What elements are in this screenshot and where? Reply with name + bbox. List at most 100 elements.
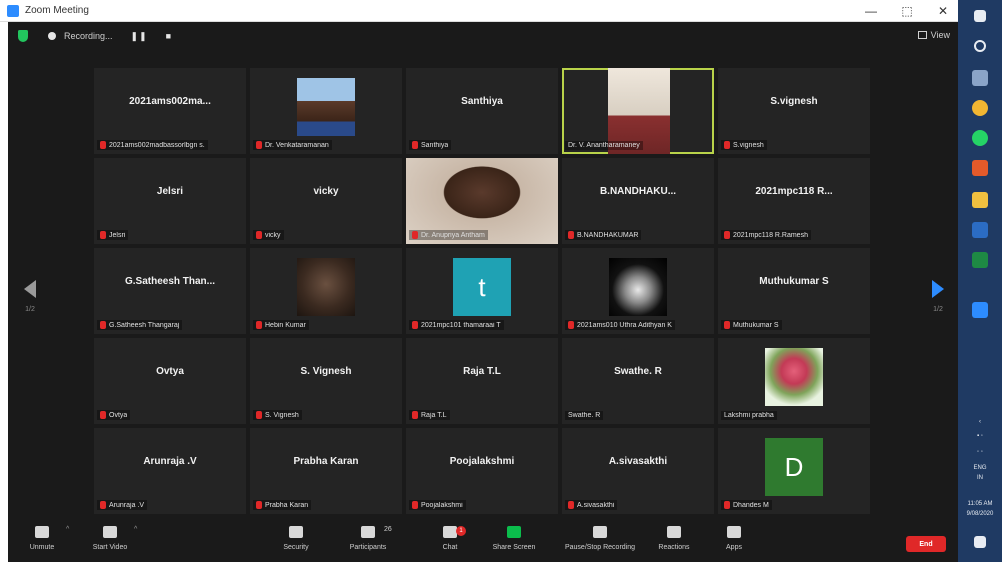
- maximize-button[interactable]: ⬚: [900, 4, 914, 18]
- participant-tile[interactable]: Dr. Venkataramanan: [250, 68, 402, 154]
- participant-tile[interactable]: 2021ams002ma... 2021ams002madbassorlbgn s…: [94, 68, 246, 154]
- start-video-label: Start Video: [92, 544, 128, 551]
- microphone-muted-icon: [412, 411, 418, 419]
- participant-display-name: S. Vignesh: [300, 366, 352, 377]
- microphone-muted-icon: [35, 526, 49, 538]
- participant-name: Lakshmi prabha: [724, 412, 774, 419]
- participant-display-name: 2021mpc118 R...: [755, 186, 833, 197]
- tray-network-icon[interactable]: ▪ ◦: [958, 432, 1002, 440]
- search-icon[interactable]: [974, 40, 986, 52]
- security-shield-icon[interactable]: [18, 30, 28, 42]
- participant-tile[interactable]: D Dhandes M: [718, 428, 870, 514]
- microphone-muted-icon: [724, 501, 730, 509]
- participant-name: Hebin Kumar: [265, 321, 306, 329]
- participant-tile[interactable]: Hebin Kumar: [250, 248, 402, 334]
- tray-language[interactable]: ENG: [958, 464, 1002, 472]
- window-controls: — ⬚ ✕: [864, 0, 950, 22]
- tray-time[interactable]: 11:05 AM: [958, 500, 1002, 508]
- word-icon[interactable]: [972, 222, 988, 238]
- participant-tile[interactable]: Lakshmi prabha: [718, 338, 870, 424]
- participants-icon: [361, 526, 375, 538]
- participant-tile[interactable]: Santhiya Santhiya: [406, 68, 558, 154]
- chat-button[interactable]: 1 Chat: [420, 526, 480, 558]
- participant-name: S. Vignesh: [265, 411, 299, 419]
- video-off-icon: [103, 526, 117, 538]
- reactions-label: Reactions: [658, 544, 690, 551]
- end-meeting-button[interactable]: End: [906, 536, 946, 552]
- participant-name: Muthukumar S: [733, 321, 779, 329]
- tray-volume-icon[interactable]: ◦ ◦: [958, 448, 1002, 456]
- participant-nameplate: Dhandes M: [721, 500, 772, 510]
- participant-tile[interactable]: 2021mpc118 R... 2021mpc118 R.Ramesh: [718, 158, 870, 244]
- participant-tile[interactable]: Prabha Karan Prabha Karan: [250, 428, 402, 514]
- audio-options-caret-icon[interactable]: ^: [66, 526, 69, 533]
- participant-name: B.NANDHAKUMAR: [577, 231, 639, 239]
- participant-tile[interactable]: t 2021mpc101 thamaraai T: [406, 248, 558, 334]
- participant-avatar: [297, 78, 355, 136]
- view-label: View: [930, 30, 950, 40]
- microphone-muted-icon: [412, 321, 418, 329]
- participant-tile[interactable]: Dr. V. Anantharamaney: [562, 68, 714, 154]
- apps-button[interactable]: Apps: [704, 526, 764, 558]
- notification-icon[interactable]: [974, 536, 986, 548]
- participant-name: Dr. Anupriya Antham: [421, 231, 485, 239]
- start-video-button[interactable]: Start Video: [80, 526, 140, 558]
- participant-tile[interactable]: Swathe. R Swathe. R: [562, 338, 714, 424]
- microphone-muted-icon: [256, 231, 262, 239]
- zoom-taskbar-icon[interactable]: [972, 302, 988, 318]
- previous-page-button[interactable]: 1/2: [18, 280, 42, 320]
- participant-tile[interactable]: S.vignesh S.vignesh: [718, 68, 870, 154]
- participant-name: Santhiya: [421, 141, 449, 149]
- participant-tile[interactable]: Dr. Anupriya Antham: [406, 158, 558, 244]
- participant-nameplate: Poojalakshmi: [409, 500, 466, 510]
- reactions-icon: [667, 526, 681, 538]
- minimize-button[interactable]: —: [864, 4, 878, 18]
- participant-tile[interactable]: S. Vignesh S. Vignesh: [250, 338, 402, 424]
- tray-chevron-icon[interactable]: ‹: [958, 418, 1002, 426]
- participant-tile[interactable]: Muthukumar S Muthukumar S: [718, 248, 870, 334]
- share-screen-icon: [507, 526, 521, 538]
- participant-nameplate: Dr. Anupriya Antham: [409, 230, 488, 240]
- microphone-muted-icon: [568, 321, 574, 329]
- microphone-muted-icon: [256, 321, 262, 329]
- participant-tile[interactable]: A.sivasakthi A.sivasakthi: [562, 428, 714, 514]
- whatsapp-icon[interactable]: [972, 130, 988, 146]
- task-view-icon[interactable]: [972, 70, 988, 86]
- close-button[interactable]: ✕: [936, 4, 950, 18]
- excel-icon[interactable]: [972, 252, 988, 268]
- meeting-area: Recording... ❚❚ ■ View 1/2 1/2 2021ams00…: [8, 22, 958, 562]
- next-page-button[interactable]: 1/2: [926, 280, 950, 320]
- participant-tile[interactable]: 2021ams010 Uthra Adithyan K: [562, 248, 714, 334]
- participant-tile[interactable]: G.Satheesh Than... G.Satheesh Thangaraj: [94, 248, 246, 334]
- view-button[interactable]: View: [917, 30, 950, 40]
- participant-tile[interactable]: Arunraja .V Arunraja .V: [94, 428, 246, 514]
- windows-start-icon[interactable]: [974, 10, 986, 22]
- participant-name: 2021mpc101 thamaraai T: [421, 321, 501, 329]
- share-screen-button[interactable]: Share Screen: [484, 526, 544, 558]
- video-options-caret-icon[interactable]: ^: [134, 526, 137, 533]
- stop-recording-icon[interactable]: ■: [166, 31, 172, 41]
- chat-badge: 1: [456, 526, 466, 536]
- participant-nameplate: Jelsri: [97, 230, 129, 240]
- pause-stop-recording-button[interactable]: Pause/Stop Recording: [556, 526, 644, 558]
- participant-nameplate: G.Satheesh Thangaraj: [97, 320, 183, 330]
- microphone-muted-icon: [100, 501, 106, 509]
- participant-tile[interactable]: Ovtya Ovtya: [94, 338, 246, 424]
- participant-name: Dhandes M: [733, 501, 769, 509]
- unmute-label: Unmute: [29, 544, 55, 551]
- participant-tile[interactable]: vicky vicky: [250, 158, 402, 244]
- participant-tile[interactable]: Poojalakshmi Poojalakshmi: [406, 428, 558, 514]
- unmute-button[interactable]: Unmute: [12, 526, 72, 558]
- security-button[interactable]: Security: [266, 526, 326, 558]
- participant-nameplate: Swathe. R: [565, 411, 604, 420]
- participant-tile[interactable]: B.NANDHAKU... B.NANDHAKUMAR: [562, 158, 714, 244]
- chrome-icon[interactable]: [972, 100, 988, 116]
- reactions-button[interactable]: Reactions: [644, 526, 704, 558]
- participant-display-name: Muthukumar S: [759, 276, 829, 287]
- file-explorer-icon[interactable]: [972, 192, 988, 208]
- participant-tile[interactable]: Raja T.L Raja T.L: [406, 338, 558, 424]
- participant-name: Prabha Karan: [265, 501, 309, 509]
- app-icon[interactable]: [972, 160, 988, 176]
- participant-tile[interactable]: Jelsri Jelsri: [94, 158, 246, 244]
- pause-recording-icon[interactable]: ❚❚: [131, 31, 148, 42]
